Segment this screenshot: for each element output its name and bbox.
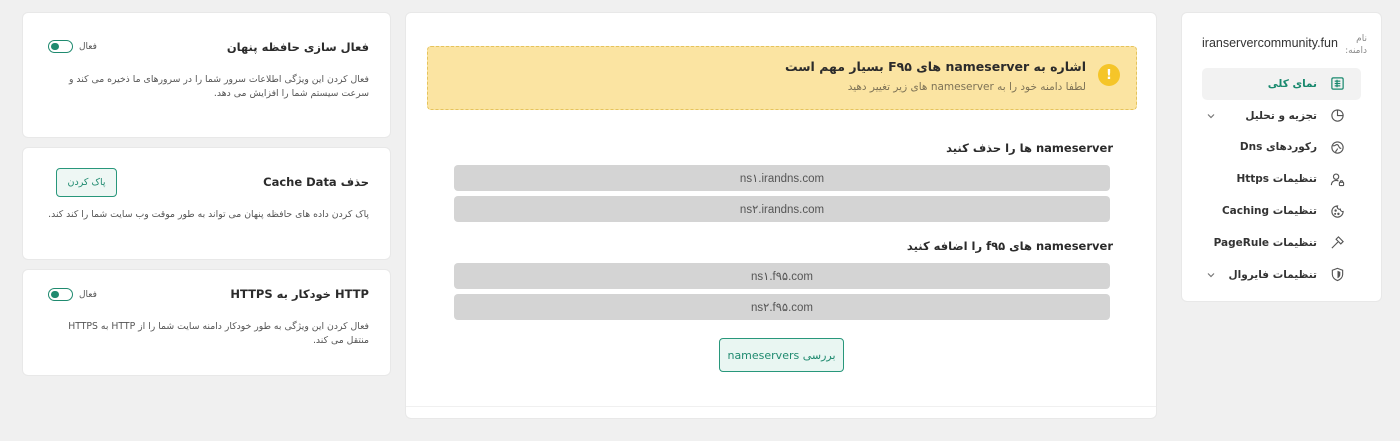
clear-cache-description: پاک کردن داده های حافظه پنهان می تواند ب… [48,209,369,220]
nameserver-remove-item: ns۲.irandns.com [454,196,1110,222]
overview-icon [1329,76,1345,92]
cookie-icon [1329,203,1345,219]
https-redirect-card: HTTP خودکار به HTTPS فعال فعال کردن این … [22,269,391,376]
sidebar-item-label: نمای کلی [1267,77,1317,90]
https-toggle-group: فعال [48,288,97,301]
divider [406,406,1156,407]
chevron-down-icon [1207,272,1215,278]
clear-cache-button[interactable]: پاک کردن [56,168,117,197]
sidebar-nav: نمای کلی تجزیه و تحلیل رکوردهای Dns تنظی… [1202,68,1361,291]
toggle-label: فعال [79,41,97,52]
remove-nameservers-title: nameserver ها را حذف کنید [946,141,1113,155]
https-redirect-title: HTTP خودکار به HTTPS [230,287,369,301]
https-toggle[interactable] [48,288,73,301]
toggle-label: فعال [79,289,97,300]
cache-setting-description: فعال کردن این ویژگی اطلاعات سرور شما را … [68,74,369,99]
sidebar-item-firewall-settings[interactable]: تنظیمات فایروال [1202,259,1361,291]
domain-value: iranservercommunity.fun [1202,36,1338,50]
hammer-icon [1329,235,1345,251]
sidebar-item-label: تنظیمات Caching [1221,205,1317,218]
chevron-down-icon [1207,113,1215,119]
domain-label: نام دامنه: [1345,34,1367,56]
sidebar-item-label: تنظیمات فایروال [1228,268,1317,281]
clear-cache-card: حذف Cache Data پاک کردن پاک کردن داده ها… [22,147,391,260]
sidebar-item-analytics[interactable]: تجزیه و تحلیل [1202,100,1361,132]
nameserver-alert: ! اشاره به nameserver های F۹۵ بسیار مهم … [427,46,1137,110]
sidebar-item-overview[interactable]: نمای کلی [1202,68,1361,100]
shield-icon [1329,267,1345,283]
check-nameservers-button[interactable]: بررسی nameservers [719,338,844,372]
alert-subtitle: لطفا دامنه خود را به nameserver های زیر … [847,81,1086,93]
toggle-knob [51,42,59,51]
clear-cache-title: حذف Cache Data [263,175,369,189]
warning-icon: ! [1098,64,1120,86]
cache-setting-title: فعال سازی حافظه پنهان [226,40,369,54]
nameserver-add-item: ns۱.f۹۵.com [454,263,1110,289]
domain-info: نام دامنه: iranservercommunity.fun [1182,33,1381,67]
toggle-knob [51,290,59,299]
cache-setting-card: فعال سازی حافظه پنهان فعال فعال کردن این… [22,12,391,138]
sidebar-item-pagerule-settings[interactable]: تنظیمات PageRule [1202,227,1361,259]
globe-icon [1329,139,1345,155]
sidebar: نام دامنه: iranservercommunity.fun نمای … [1181,12,1382,302]
sidebar-item-dns-records[interactable]: رکوردهای Dns [1202,132,1361,164]
sidebar-item-label: تجزیه و تحلیل [1245,109,1317,122]
user-lock-icon [1329,171,1345,187]
sidebar-item-label: تنظیمات Https [1236,173,1317,186]
sidebar-item-label: تنظیمات PageRule [1213,236,1317,249]
cache-toggle[interactable] [48,40,73,53]
nameserver-add-item: ns۲.f۹۵.com [454,294,1110,320]
sidebar-item-caching-settings[interactable]: تنظیمات Caching [1202,195,1361,227]
chart-icon [1329,108,1345,124]
nameserver-remove-item: ns۱.irandns.com [454,165,1110,191]
cache-toggle-group: فعال [48,40,97,53]
alert-title: اشاره به nameserver های F۹۵ بسیار مهم اس… [785,59,1086,74]
https-redirect-description: فعال کردن این ویژگی به طور خودکار دامنه … [68,321,369,346]
add-nameservers-title: nameserver های f۹۵ را اضافه کنید [906,239,1113,253]
sidebar-item-https-settings[interactable]: تنظیمات Https [1202,163,1361,195]
nameserver-panel: ! اشاره به nameserver های F۹۵ بسیار مهم … [405,12,1157,419]
sidebar-item-label: رکوردهای Dns [1239,141,1317,154]
